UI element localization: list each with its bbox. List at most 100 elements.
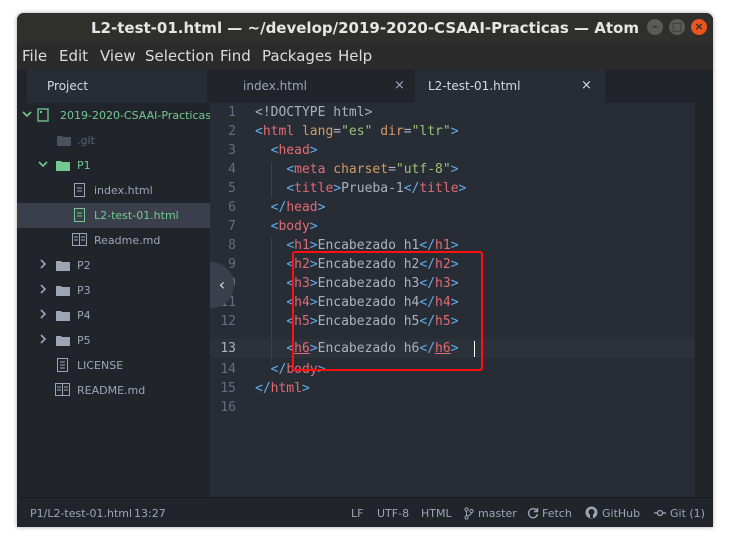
chevron-right-icon [40,309,47,319]
tree-item-label: index.html [94,184,153,197]
folder-icon [56,311,70,321]
status-file-path[interactable]: P1/L2-test-01.html [30,507,132,520]
chevron-down-icon [22,111,32,118]
chevron-right-icon [40,284,47,294]
file-code-icon [74,183,85,197]
atom-window: L2-test-01.html — ~/develop/2019-2020-CS… [17,13,713,527]
highlight-annotation-box [292,251,483,371]
line-number: 1 [228,105,236,120]
tab-label: L2-test-01.html [428,79,521,93]
menu-find[interactable]: Find [220,47,251,65]
tree-item-label: Readme.md [94,234,161,247]
menu-packages[interactable]: Packages [262,47,332,65]
book-icon [55,383,70,396]
chevron-down-icon [38,161,48,168]
folder-icon [56,286,70,296]
menu-help[interactable]: Help [338,47,372,65]
code-line-6: </head> [270,200,326,215]
project-panel-tab[interactable]: Project [27,69,207,103]
menu-file[interactable]: File [22,47,47,65]
status-github[interactable]: GitHub [602,507,640,520]
tree-item-index[interactable]: index.html [17,178,210,203]
tree-item-label: README.md [77,384,146,397]
tree-item-readme[interactable]: README.md [17,378,210,403]
line-number: 7 [228,219,236,234]
line-number: 8 [228,238,236,253]
status-encoding[interactable]: UTF-8 [377,507,409,520]
close-window-icon[interactable]: × [691,19,707,35]
git-commit-icon [654,509,666,517]
tree-item-p2[interactable]: P2 [17,253,210,278]
line-number: 2 [228,124,236,139]
tree-item-readme-md[interactable]: Readme.md [17,228,210,253]
line-number: 15 [220,381,236,396]
menu-view[interactable]: View [100,47,136,65]
maximize-icon[interactable]: □ [669,19,685,35]
code-line-3: <head> [270,143,318,158]
sync-icon [527,508,539,519]
git-branch-icon [464,507,474,520]
tree-item-label: P2 [77,259,91,272]
folder-icon [56,336,70,346]
close-tab-icon[interactable]: × [394,78,405,93]
code-line-7: <body> [270,219,318,234]
project-sidebar: Project 2019-2020-CSAAI-Practicas .git P… [17,69,212,497]
file-code-icon [74,208,85,222]
tree-item-p5[interactable]: P5 [17,328,210,353]
tree-item-p4[interactable]: P4 [17,303,210,328]
status-line-ending[interactable]: LF [351,507,363,520]
tree-root[interactable]: 2019-2020-CSAAI-Practicas [17,103,212,128]
status-fetch[interactable]: Fetch [542,507,572,520]
tree-item-label: LICENSE [77,359,124,372]
tab-l2-test[interactable]: L2-test-01.html × [415,69,605,103]
tree-item-label: .git [77,134,95,147]
line-number: 14 [220,362,236,377]
line-number-current: 13 [220,341,236,356]
chevron-right-icon [40,334,47,344]
status-git[interactable]: Git (1) [670,507,705,520]
tree-item-label: P1 [77,159,91,172]
code-line-4: <meta charset="utf-8"> [286,162,459,177]
window-title: L2-test-01.html — ~/develop/2019-2020-CS… [91,19,639,37]
tree-item-p1[interactable]: P1 [17,153,210,178]
line-number: 3 [228,143,236,158]
chevron-right-icon [40,259,47,269]
tree-root-label: 2019-2020-CSAAI-Practicas [60,109,212,122]
project-tab-label: Project [47,79,89,93]
repo-icon [37,108,49,122]
status-grammar[interactable]: HTML [421,507,452,520]
folder-icon [56,161,70,171]
file-text-icon [57,358,68,372]
minimize-icon[interactable]: – [647,19,663,35]
close-tab-icon[interactable]: × [581,78,592,93]
status-branch[interactable]: master [478,507,517,520]
title-bar: L2-test-01.html — ~/develop/2019-2020-CS… [17,13,713,43]
menu-bar: File Edit View Selection Find Packages H… [17,43,713,69]
code-line-1: <!DOCTYPE html> [255,105,373,120]
folder-icon [56,261,70,271]
tree-item-p3[interactable]: P3 [17,278,210,303]
tree-item-license[interactable]: LICENSE [17,353,210,378]
book-icon [72,233,87,246]
tree-item-label: P4 [77,309,91,322]
tree-item-label: P3 [77,284,91,297]
code-line-2: <html lang="es" dir="ltr"> [255,124,459,139]
editor-tab-bar: index.html × L2-test-01.html × [210,69,713,103]
line-number: 16 [220,400,236,415]
tree-item-label: P5 [77,334,91,347]
menu-selection[interactable]: Selection [145,47,214,65]
menu-edit[interactable]: Edit [59,47,88,65]
code-editor[interactable]: 1 2 3 4 5 6 7 8 9 10 11 12 13 14 15 16 <… [210,103,713,497]
line-number: 12 [220,314,236,329]
code-line-5: <title>Prueba-1</title> [286,181,467,196]
status-cursor-position[interactable]: 13:27 [134,507,166,520]
github-icon [585,506,598,519]
vertical-scrollbar[interactable] [695,103,713,497]
folder-icon [57,136,71,146]
tree-item-git[interactable]: .git [17,128,210,153]
line-number: 6 [228,200,236,215]
tab-index-html[interactable]: index.html × [222,69,415,103]
tree-item-label: L2-test-01.html [94,209,179,222]
tree-item-l2-test[interactable]: L2-test-01.html [17,203,210,228]
line-number: 5 [228,181,236,196]
